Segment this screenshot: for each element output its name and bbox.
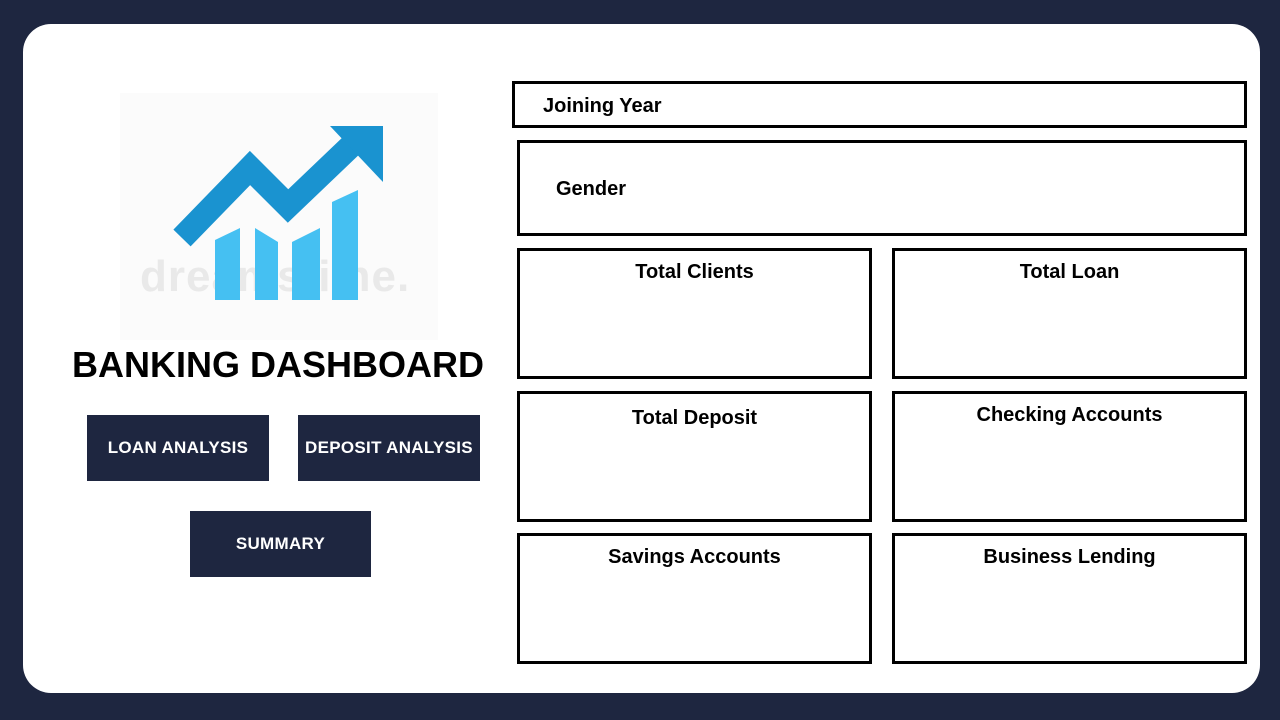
kpi-card-label: Savings Accounts [608,546,781,568]
loan-analysis-button[interactable]: LOAN ANALYSIS [87,415,269,481]
kpi-card-label: Total Clients [635,261,754,283]
kpi-card-total-loan: Total Loan [892,248,1247,379]
kpi-card-checking-accounts: Checking Accounts [892,391,1247,522]
kpi-card-label: Business Lending [983,546,1156,568]
kpi-card-total-deposit: Total Deposit [517,391,872,522]
deposit-analysis-button[interactable]: DEPOSIT ANALYSIS [298,415,480,481]
gender-slicer[interactable]: Gender [517,140,1247,236]
rising-chart-arrow-icon [173,126,383,300]
kpi-card-label: Checking Accounts [976,404,1163,426]
dashboard-title: BANKING DASHBOARD [72,344,484,385]
summary-button[interactable]: SUMMARY [190,511,371,577]
kpi-card-total-clients: Total Clients [517,248,872,379]
kpi-card-savings-accounts: Savings Accounts [517,533,872,664]
gender-label: Gender [556,178,627,200]
joining-year-slicer[interactable]: Joining Year [512,81,1247,128]
joining-year-label: Joining Year [543,95,662,117]
kpi-card-label: Total Loan [1019,261,1120,283]
kpi-card-label: Total Deposit [631,407,758,429]
kpi-card-business-lending: Business Lending [892,533,1247,664]
